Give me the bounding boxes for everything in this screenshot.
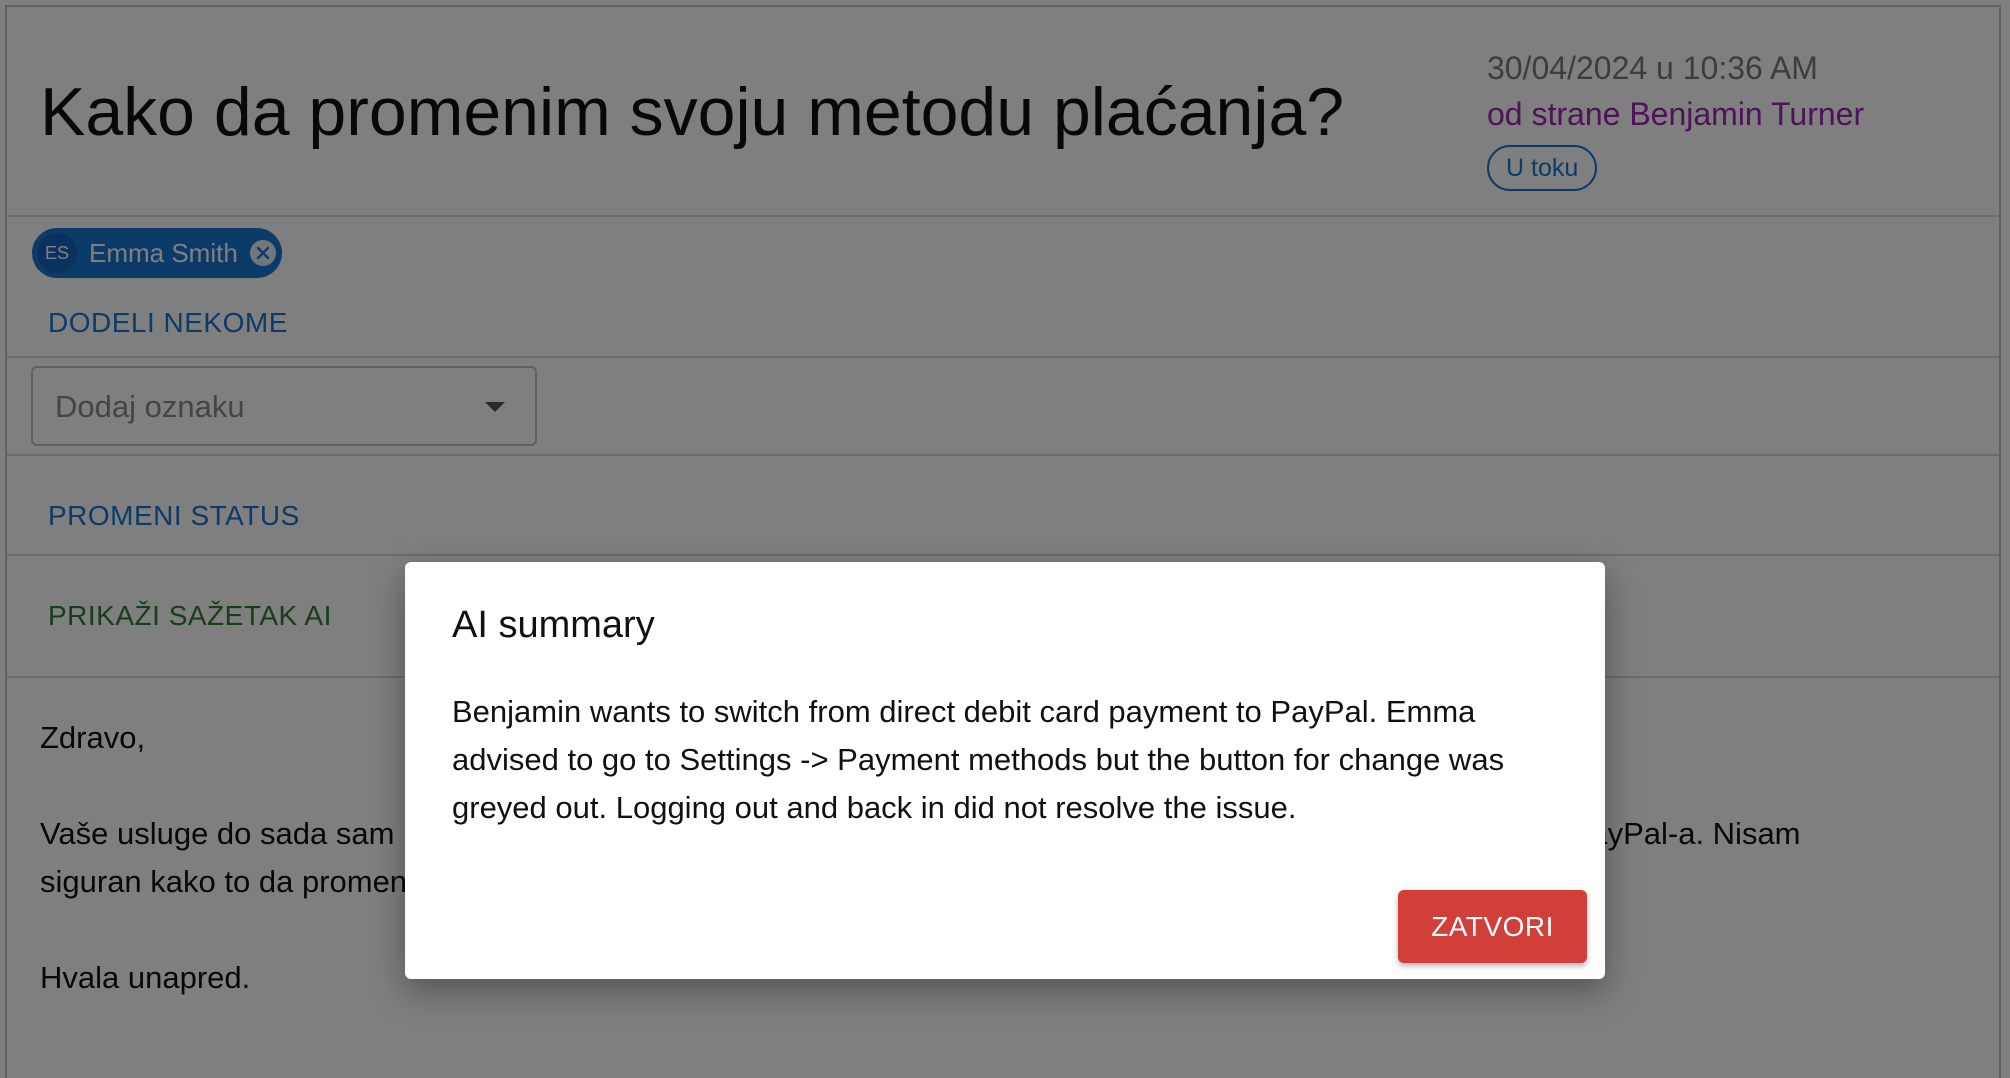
- close-button[interactable]: ZATVORI: [1398, 890, 1587, 963]
- dialog-title: AI summary: [452, 604, 655, 646]
- dialog-body: Benjamin wants to switch from direct deb…: [452, 694, 1505, 825]
- page: Kako da promenim svoju metodu plaćanja? …: [0, 0, 2010, 1078]
- ai-summary-dialog: AI summary Benjamin wants to switch from…: [405, 562, 1605, 979]
